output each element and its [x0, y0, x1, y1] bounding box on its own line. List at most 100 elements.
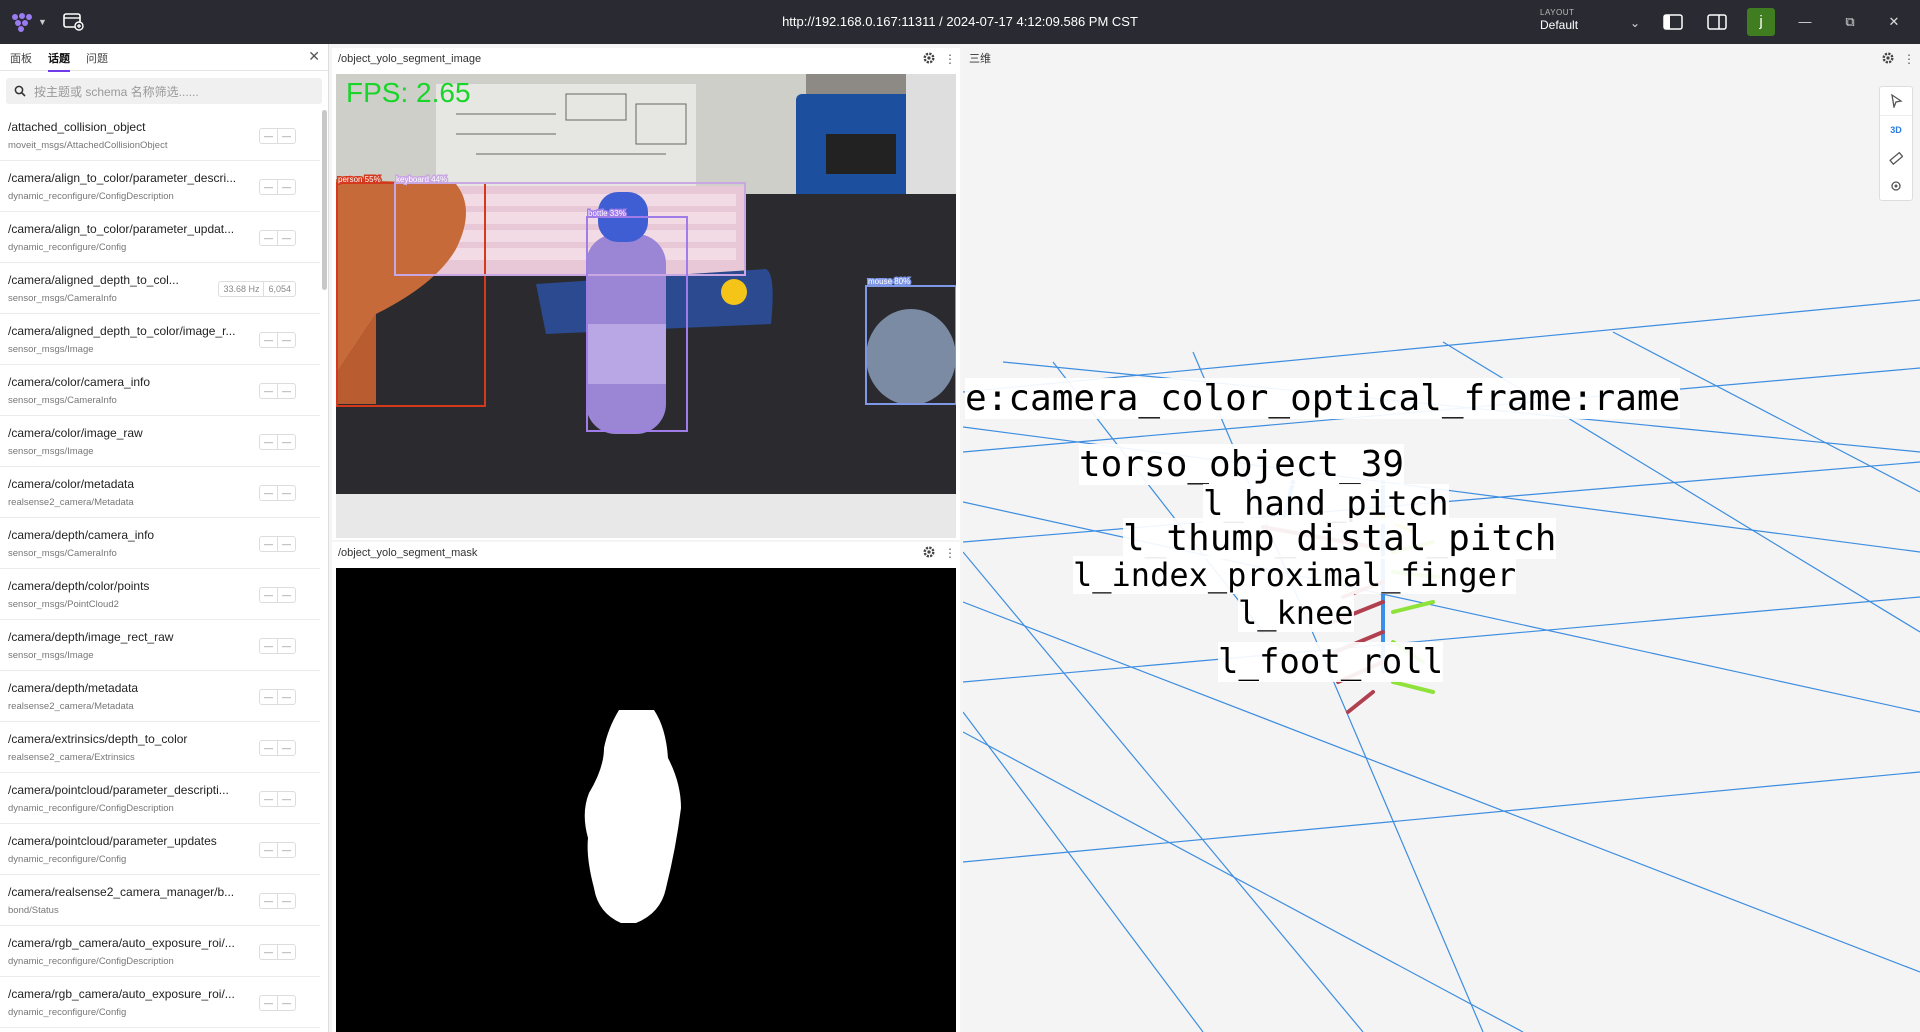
topic-stats: — — [259, 485, 296, 501]
new-window-button[interactable] [62, 11, 86, 33]
topic-row[interactable]: /camera/depth/camera_info sensor_msgs/Cam… [0, 518, 320, 569]
gear-icon[interactable] [922, 545, 936, 559]
topic-schema: realsense2_camera/Extrinsics [8, 752, 135, 763]
topic-list-scrollbar[interactable] [322, 110, 327, 290]
cursor-icon [1891, 94, 1903, 108]
close-window-button[interactable]: ✕ [1882, 10, 1906, 34]
tab-panels[interactable]: 面板 [10, 50, 32, 66]
new-window-icon [63, 13, 84, 31]
3d-panel-title[interactable]: 三维 [969, 48, 991, 70]
topic-message-count: — [277, 843, 295, 857]
topic-row[interactable]: /camera/aligned_depth_to_color/image_r..… [0, 314, 320, 365]
layout-selector[interactable]: LAYOUT Default ⌄ [1540, 8, 1640, 38]
foxglove-logo-icon [12, 13, 32, 32]
toggle-right-sidebar-button[interactable] [1705, 10, 1729, 34]
topic-row[interactable]: /camera/depth/image_rect_raw sensor_msgs/… [0, 620, 320, 671]
topic-row[interactable]: /camera/extrinsics/depth_to_color realsen… [0, 722, 320, 773]
topic-name: /camera/realsense2_camera_manager/b... [8, 885, 235, 899]
topic-frequency: — [264, 641, 273, 651]
topic-frequency: — [264, 845, 273, 855]
topic-stats: — — [259, 842, 296, 858]
topic-row[interactable]: /camera/aligned_depth_to_col... sensor_ms… [0, 263, 320, 314]
3d-mode-button[interactable]: 3D [1880, 115, 1912, 144]
close-sidebar-button[interactable]: ✕ [308, 48, 320, 65]
topic-schema: realsense2_camera/Metadata [8, 701, 134, 712]
topic-message-count: — [277, 690, 295, 704]
topic-frequency: — [264, 233, 273, 243]
topic-row[interactable]: /attached_collision_object moveit_msgs/At… [0, 110, 320, 161]
topic-schema: dynamic_reconfigure/ConfigDescription [8, 956, 174, 967]
more-options-icon[interactable]: ⋮ [1903, 48, 1915, 70]
topic-row[interactable]: /camera/rgb_camera/parameter_descrip...—… [0, 1028, 320, 1032]
topic-stats: — — [259, 179, 296, 195]
topic-row[interactable]: /camera/depth/metadata realsense2_camera/… [0, 671, 320, 722]
topic-row[interactable]: /camera/align_to_color/parameter_updat..… [0, 212, 320, 263]
target-icon [1891, 181, 1901, 191]
frame-label: l_thump_distal_pitch [1123, 518, 1557, 559]
user-avatar[interactable]: j [1747, 8, 1775, 36]
tab-topics[interactable]: 话题 [48, 50, 70, 72]
toggle-left-sidebar-button[interactable] [1661, 10, 1685, 34]
select-tool-button[interactable] [1880, 87, 1912, 115]
gear-icon[interactable] [922, 51, 936, 65]
topic-schema: sensor_msgs/PointCloud2 [8, 599, 119, 610]
topic-row[interactable]: /camera/pointcloud/parameter_descripti..… [0, 773, 320, 824]
topic-schema: dynamic_reconfigure/ConfigDescription [8, 191, 174, 202]
topic-name: /camera/pointcloud/parameter_updates [8, 834, 217, 848]
topic-schema: dynamic_reconfigure/ConfigDescription [8, 803, 174, 814]
detection-label: keyboard 44% [396, 175, 447, 184]
topic-message-count: — [277, 588, 295, 602]
topic-schema: sensor_msgs/Image [8, 446, 94, 457]
gear-icon[interactable] [1881, 51, 1895, 65]
topic-row[interactable]: /camera/color/camera_info sensor_msgs/Cam… [0, 365, 320, 416]
topic-stats: — — [259, 434, 296, 450]
topic-stats: — — [259, 791, 296, 807]
topic-row[interactable]: /camera/pointcloud/parameter_updates dyna… [0, 824, 320, 875]
topic-stats: — — [259, 332, 296, 348]
topic-message-count: — [277, 945, 295, 959]
topic-name: /camera/rgb_camera/auto_exposure_roi/... [8, 936, 235, 950]
topic-name: /camera/rgb_camera/auto_exposure_roi/... [8, 987, 235, 1001]
topic-name: /camera/aligned_depth_to_col... [8, 273, 179, 287]
app-menu-button[interactable]: ▼ [10, 10, 48, 34]
topic-row[interactable]: /camera/depth/color/points sensor_msgs/Po… [0, 569, 320, 620]
more-options-icon[interactable]: ⋮ [944, 542, 956, 564]
sidebar-tabs: 面板 话题 问题 ✕ [0, 44, 328, 72]
topic-row[interactable]: /camera/color/image_raw sensor_msgs/Image… [0, 416, 320, 467]
more-options-icon[interactable]: ⋮ [944, 48, 956, 70]
topic-stats: — — [259, 995, 296, 1011]
topic-schema: dynamic_reconfigure/Config [8, 1007, 127, 1018]
restore-button[interactable]: ⧉ [1838, 10, 1862, 34]
topic-stats: — — [259, 638, 296, 654]
frame-label: e:camera_color_optical_frame:rame [965, 378, 1681, 419]
topic-message-count: — [277, 996, 295, 1010]
layout-value: Default [1540, 18, 1579, 32]
topic-frequency: — [264, 335, 273, 345]
topic-frequency: — [264, 386, 273, 396]
topic-row[interactable]: /camera/align_to_color/parameter_descri.… [0, 161, 320, 212]
3d-panel-header: 三维 ⋮ [963, 48, 1920, 70]
topic-schema: moveit_msgs/AttachedCollisionObject [8, 140, 168, 151]
mask-image-view[interactable] [336, 568, 956, 1032]
measure-tool-button[interactable] [1880, 144, 1912, 172]
topic-row[interactable]: /camera/color/metadata realsense2_camera/… [0, 467, 320, 518]
topic-frequency: — [264, 743, 273, 753]
topic-row[interactable]: /camera/realsense2_camera_manager/b... bo… [0, 875, 320, 926]
publish-point-button[interactable] [1880, 172, 1912, 200]
layout-label: LAYOUT [1540, 8, 1575, 17]
topic-name: /camera/align_to_color/parameter_updat..… [8, 222, 235, 236]
image-panel-title[interactable]: /object_yolo_segment_image [338, 48, 481, 70]
topic-row[interactable]: /camera/rgb_camera/auto_exposure_roi/...… [0, 977, 320, 1028]
topic-schema: dynamic_reconfigure/Config [8, 242, 127, 253]
fps-overlay: FPS: 2.65 [346, 77, 471, 108]
minimize-button[interactable]: — [1793, 10, 1817, 34]
topic-row[interactable]: /camera/rgb_camera/auto_exposure_roi/...… [0, 926, 320, 977]
topic-list: /attached_collision_object moveit_msgs/At… [0, 110, 320, 1032]
camera-image-view[interactable]: person 55% keyboard 44% bottle 33% mouse… [336, 74, 956, 538]
topic-frequency: — [264, 590, 273, 600]
topic-stats: — — [259, 893, 296, 909]
topic-name: /camera/depth/color/points [8, 579, 150, 593]
tab-problems[interactable]: 问题 [86, 50, 108, 66]
topic-search-input[interactable] [32, 78, 316, 106]
mask-panel-title[interactable]: /object_yolo_segment_mask [338, 542, 477, 564]
